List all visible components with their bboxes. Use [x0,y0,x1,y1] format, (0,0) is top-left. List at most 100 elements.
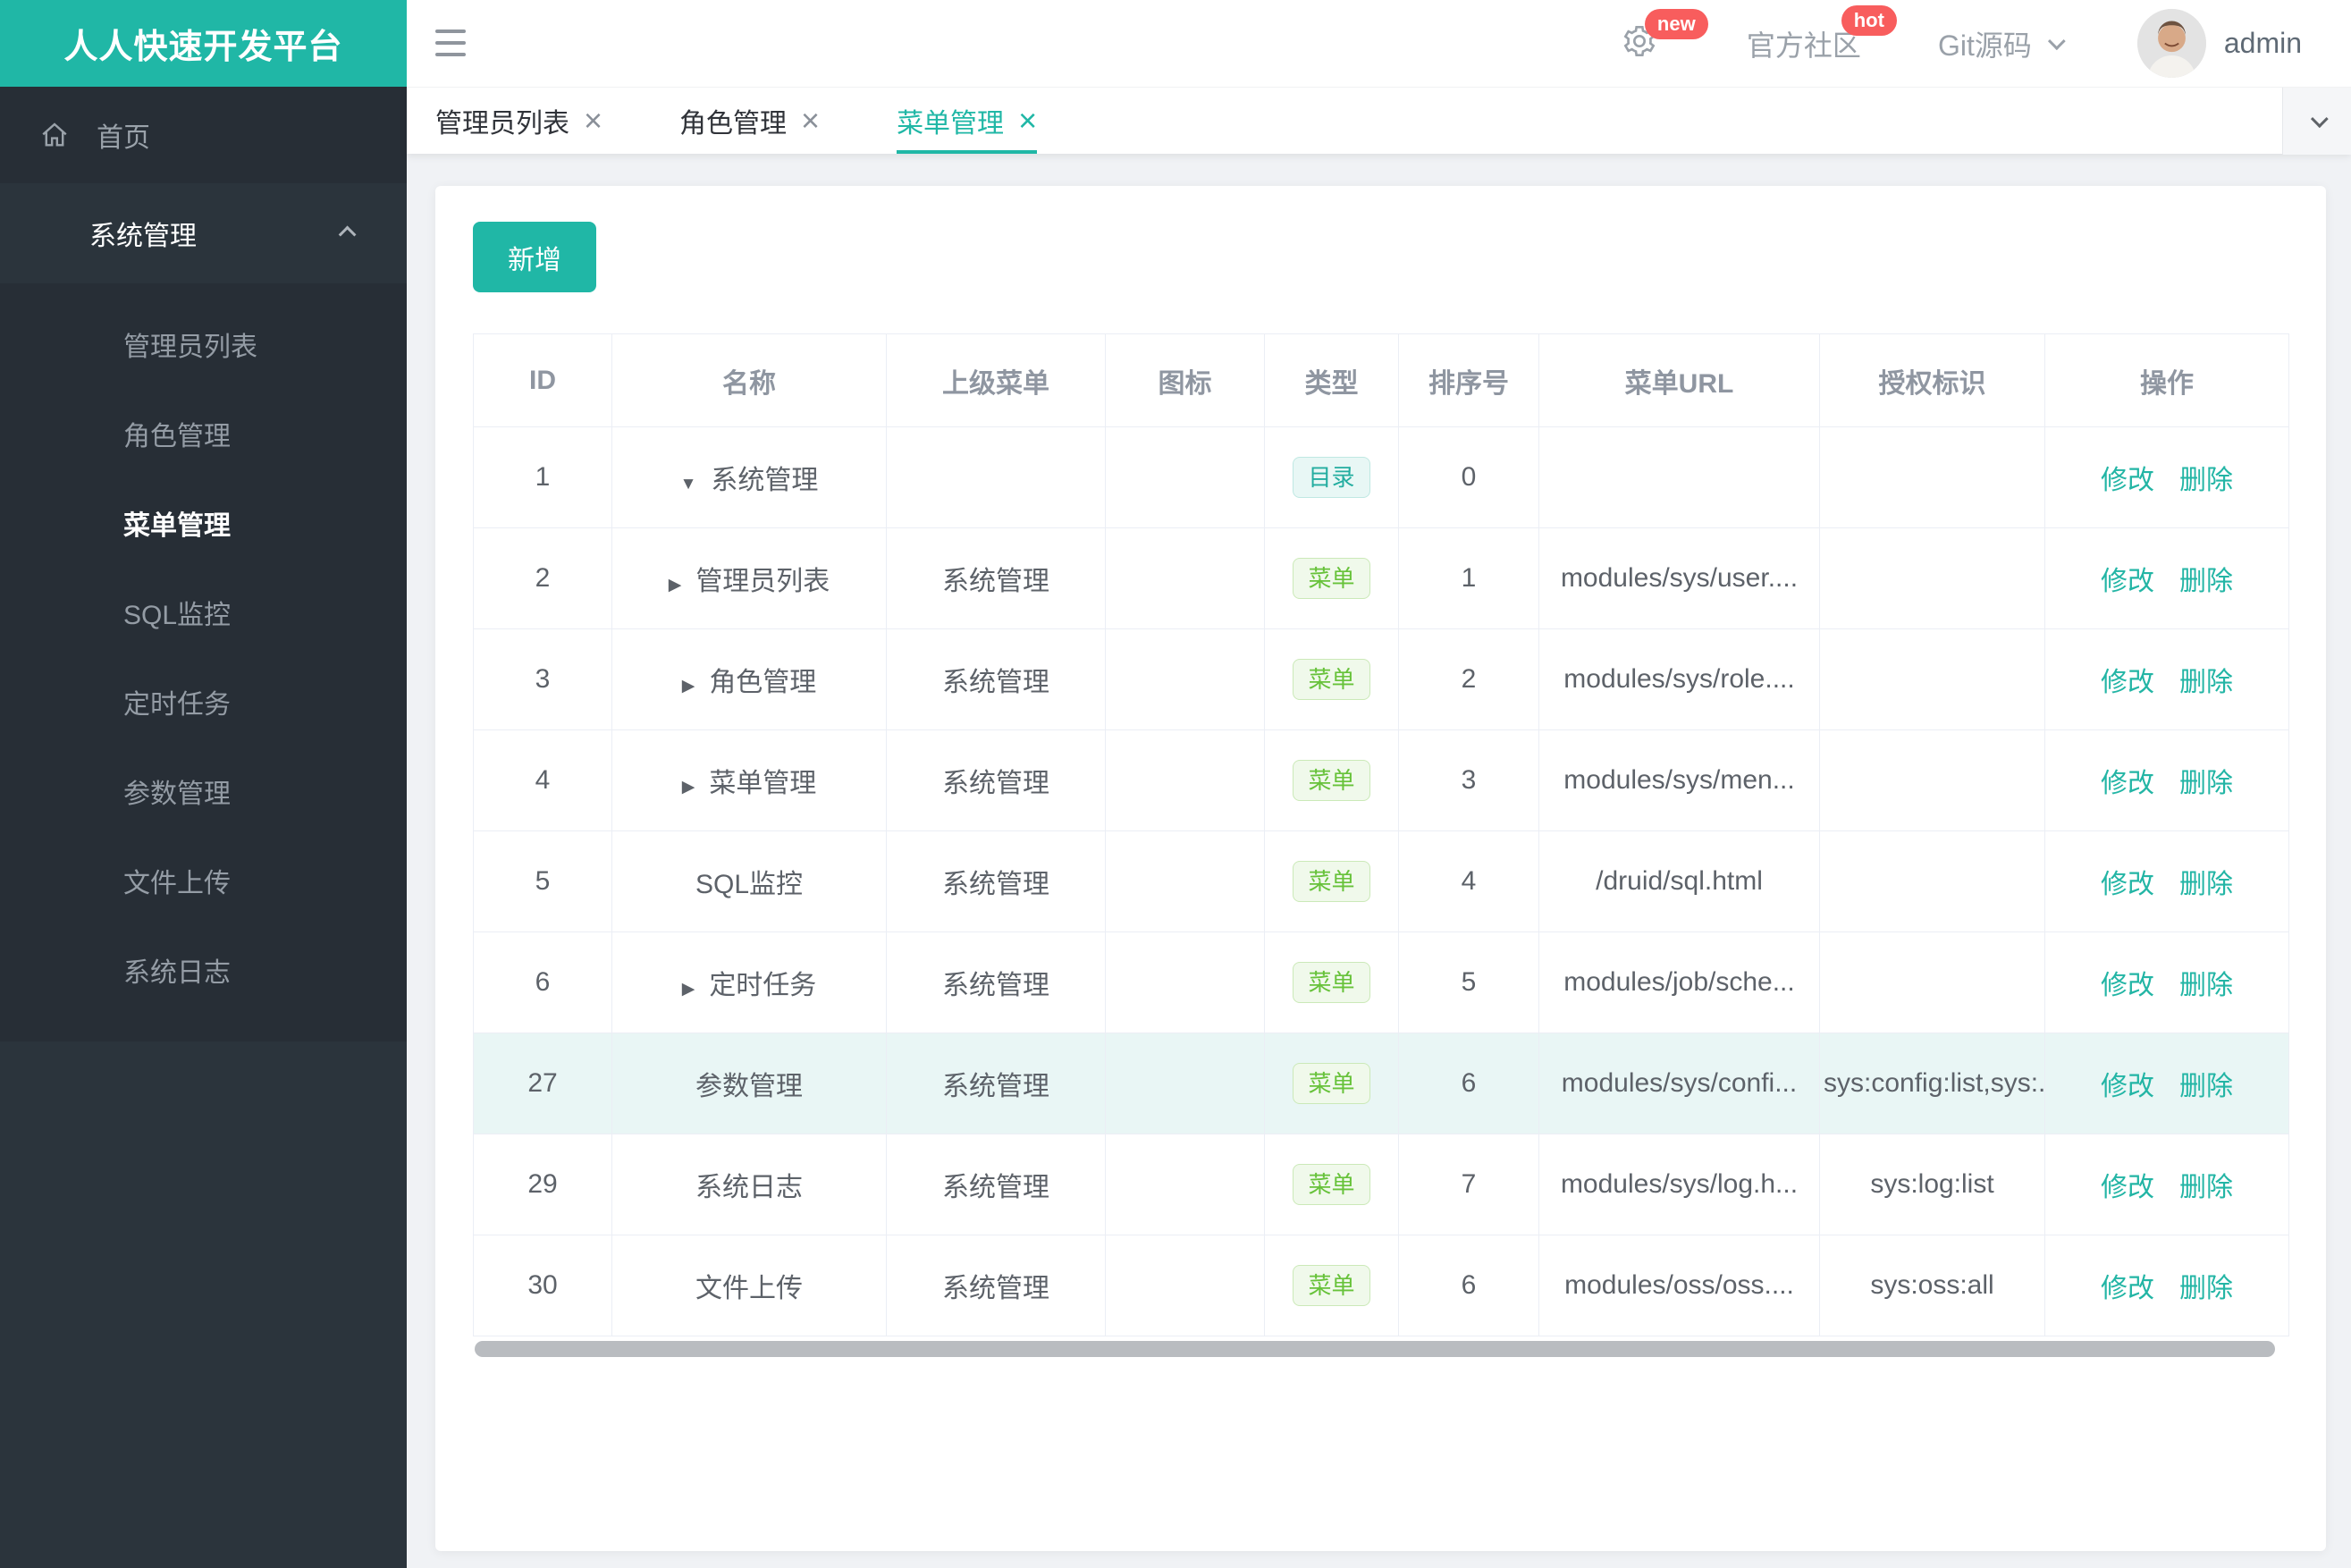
community-label: 官方社区 [1746,29,1861,62]
type-badge: 菜单 [1293,1164,1370,1205]
cell-id: 2 [473,527,612,629]
hamburger-icon [435,30,466,33]
table-row: 27 参数管理 系统管理 菜单 6 modules/sys/confi... sys:con… [473,1033,2289,1134]
cell-name: ▼ 系统管理 [611,426,887,528]
cell-actions: 修改 删除 [2044,830,2289,932]
menu-table-wrap: ID 名称 上级菜单 图标 类型 排序号 菜单URL 授权标识 操作 1 ▼ 系统管理 目录 0 修改 删除… [473,333,2289,1336]
cell-auth: sys:oss:all [1819,1235,2045,1336]
tab-admin-list[interactable]: 管理员列表 × [435,88,602,154]
table-row: 6 ▶ 定时任务 系统管理 菜单 5 modules/job/sche... 修改 删除 [473,932,2289,1033]
avatar[interactable] [2136,9,2206,78]
horizontal-scrollbar[interactable] [473,1339,2288,1359]
cell-order: 7 [1398,1134,1539,1235]
column-header: 类型 [1264,333,1399,427]
cell-id: 3 [473,628,612,730]
cell-icon [1105,426,1265,528]
collapse-icon[interactable]: ▼ [680,475,697,493]
table-header-row: ID 名称 上级菜单 图标 类型 排序号 菜单URL 授权标识 操作 [473,333,2289,427]
delete-link[interactable]: 删除 [2179,668,2233,697]
table-row: 4 ▶ 菜单管理 系统管理 菜单 3 modules/sys/men... 修改 删除 [473,729,2289,831]
community-link[interactable]: 官方社区 hot [1746,4,1897,64]
delete-link[interactable]: 删除 [2179,567,2233,596]
add-button[interactable]: 新增 [473,222,596,292]
delete-link[interactable]: 删除 [2179,1072,2233,1101]
cell-url: modules/job/sche... [1538,932,1820,1033]
tab-list-dropdown-button[interactable] [2282,88,2351,155]
cell-parent: 系统管理 [886,932,1106,1033]
edit-link[interactable]: 修改 [2101,1274,2154,1303]
git-source-dropdown[interactable]: Git源码 [1937,23,2066,64]
tab-label: 菜单管理 [897,109,1005,139]
edit-link[interactable]: 修改 [2101,1173,2154,1202]
edit-link[interactable]: 修改 [2101,870,2154,899]
cell-name: 文件上传 [611,1235,887,1336]
settings-gear-button[interactable]: new [1622,9,1708,63]
edit-link[interactable]: 修改 [2101,466,2154,495]
cell-id: 1 [473,426,612,528]
sidebar-item-home[interactable]: 首页 [0,87,407,183]
expand-icon[interactable]: ▶ [682,778,695,797]
delete-link[interactable]: 删除 [2179,870,2233,899]
column-header: 图标 [1105,333,1265,427]
git-source-label: Git源码 [1937,29,2032,62]
cell-parent: 系统管理 [886,1235,1106,1336]
edit-link[interactable]: 修改 [2101,567,2154,596]
app-root: 人人快速开发平台 new 官方社区 hot Git源码 admin 管理员列表 … [0,0,2351,1568]
tab-menu-mgmt[interactable]: 菜单管理 × [897,88,1038,154]
cell-auth [1819,932,2045,1033]
sidebar-group-system[interactable]: 系统管理 [0,183,407,283]
cell-id: 4 [473,729,612,831]
sidebar-item-system-log[interactable]: 系统日志 [0,929,407,1018]
delete-link[interactable]: 删除 [2179,971,2233,1000]
cell-order: 6 [1398,1033,1539,1134]
menu-name-label: 文件上传 [695,1274,803,1303]
cell-url: modules/oss/oss.... [1538,1235,1820,1336]
close-icon[interactable]: × [1018,105,1037,137]
edit-link[interactable]: 修改 [2101,769,2154,798]
close-icon[interactable]: × [584,105,602,137]
cell-auth [1819,426,2045,528]
edit-link[interactable]: 修改 [2101,668,2154,697]
sidebar-item-param-mgmt[interactable]: 参数管理 [0,750,407,839]
delete-link[interactable]: 删除 [2179,1173,2233,1202]
column-header: 上级菜单 [886,333,1106,427]
app-logo: 人人快速开发平台 [0,0,407,87]
sidebar-item-sql-monitor[interactable]: SQL监控 [0,571,407,661]
avatar-image [2136,9,2206,78]
sidebar-item-scheduled-tasks[interactable]: 定时任务 [0,661,407,750]
edit-link[interactable]: 修改 [2101,971,2154,1000]
cell-actions: 修改 删除 [2044,426,2289,528]
sidebar-item-role-mgmt[interactable]: 角色管理 [0,392,407,482]
cell-icon [1105,527,1265,629]
tab-bar-tabs: 管理员列表 × 角色管理 × 菜单管理 × [435,88,1114,154]
cell-name: 参数管理 [611,1033,887,1134]
tab-role-mgmt[interactable]: 角色管理 × [679,88,820,154]
delete-link[interactable]: 删除 [2179,769,2233,798]
delete-link[interactable]: 删除 [2179,1274,2233,1303]
expand-icon[interactable]: ▶ [682,980,695,999]
cell-icon [1105,628,1265,730]
cell-parent: 系统管理 [886,729,1106,831]
sidebar-item-file-upload[interactable]: 文件上传 [0,839,407,929]
cell-name: ▶ 角色管理 [611,628,887,730]
cell-type: 菜单 [1264,628,1399,730]
sidebar-toggle-button[interactable] [435,30,466,56]
edit-link[interactable]: 修改 [2101,1072,2154,1101]
sidebar-item-admin-list[interactable]: 管理员列表 [0,303,407,392]
cell-actions: 修改 删除 [2044,932,2289,1033]
cell-order: 2 [1398,628,1539,730]
top-bar: 人人快速开发平台 new 官方社区 hot Git源码 admin [0,0,2351,87]
cell-id: 5 [473,830,612,932]
cell-name: ▶ 定时任务 [611,932,887,1033]
close-icon[interactable]: × [801,105,820,137]
sidebar-item-menu-mgmt[interactable]: 菜单管理 [0,482,407,571]
hot-badge: hot [1841,4,1897,36]
expand-icon[interactable]: ▶ [682,677,695,695]
delete-link[interactable]: 删除 [2179,466,2233,495]
cell-parent [886,426,1106,528]
type-badge: 菜单 [1293,760,1370,801]
expand-icon[interactable]: ▶ [669,576,682,594]
cell-actions: 修改 删除 [2044,1134,2289,1235]
horizontal-scrollbar-thumb[interactable] [475,1341,2275,1357]
user-menu[interactable]: admin [2136,9,2302,78]
